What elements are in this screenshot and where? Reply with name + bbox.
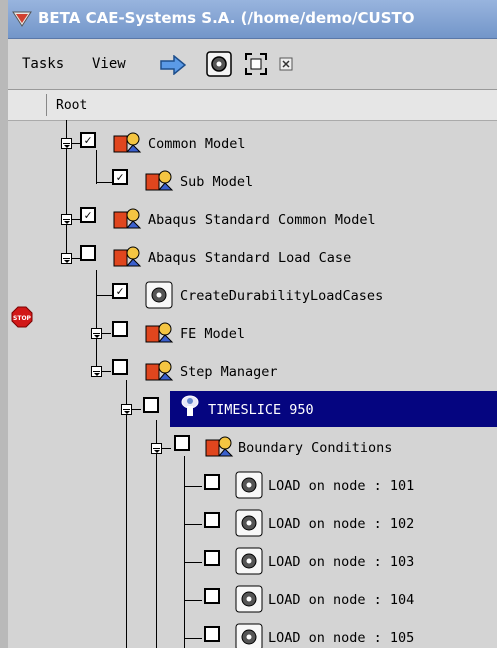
tree-line bbox=[184, 638, 202, 639]
checkbox[interactable]: ✓ bbox=[80, 207, 96, 223]
arrow-right-icon[interactable] bbox=[160, 55, 186, 75]
tree-line bbox=[184, 486, 202, 487]
tree-line bbox=[184, 456, 185, 648]
tree-node-label[interactable]: LOAD on node : 102 bbox=[268, 516, 414, 532]
checkbox[interactable] bbox=[204, 512, 220, 528]
toolbar: Tasks View bbox=[8, 39, 497, 90]
tree-line bbox=[126, 380, 127, 648]
checkbox[interactable] bbox=[112, 359, 128, 375]
tree-node-label[interactable]: LOAD on node : 104 bbox=[268, 592, 414, 608]
gear-icon bbox=[145, 281, 173, 309]
checkbox[interactable] bbox=[174, 435, 190, 451]
checkbox[interactable]: ✓ bbox=[112, 169, 128, 185]
checkbox[interactable] bbox=[80, 245, 96, 261]
tree-panel: Root ✓ Common Model ✓ Sub Model ✓ Abaqus… bbox=[8, 90, 497, 648]
gear-icon bbox=[235, 509, 263, 537]
tree-node-label[interactable]: Abaqus Standard Common Model bbox=[148, 212, 376, 228]
model-icon bbox=[113, 246, 142, 267]
close-small-icon[interactable] bbox=[279, 57, 293, 71]
tree-line bbox=[101, 371, 111, 372]
checkbox[interactable] bbox=[204, 550, 220, 566]
tree-node-label[interactable]: LOAD on node : 101 bbox=[268, 478, 414, 494]
menu-tasks[interactable]: Tasks bbox=[22, 56, 64, 72]
tree-node-label[interactable]: Sub Model bbox=[180, 174, 253, 190]
model-icon bbox=[113, 208, 142, 229]
tree-line bbox=[96, 270, 97, 370]
tree-node-label[interactable]: FE Model bbox=[180, 326, 245, 342]
model-icon bbox=[205, 436, 234, 457]
gear-icon[interactable] bbox=[206, 51, 232, 77]
model-icon bbox=[145, 360, 174, 381]
tree-line bbox=[96, 150, 97, 184]
root-header-label: Root bbox=[56, 98, 88, 113]
left-edge bbox=[0, 0, 8, 648]
title-bar: BETA CAE-Systems S.A. (/home/demo/CUSTO bbox=[8, 0, 497, 39]
tree-node-label[interactable]: Abaqus Standard Load Case bbox=[148, 250, 351, 266]
tree-node-label[interactable]: TIMESLICE 950 bbox=[208, 402, 314, 418]
tree-node-label[interactable]: Step Manager bbox=[180, 364, 278, 380]
gear-icon bbox=[235, 623, 263, 648]
stop-sign-icon: STOP bbox=[11, 306, 33, 328]
tree-line bbox=[96, 182, 112, 183]
checkbox[interactable] bbox=[112, 321, 128, 337]
tree-line bbox=[156, 420, 157, 648]
fit-view-icon[interactable] bbox=[245, 53, 267, 75]
window-title: BETA CAE-Systems S.A. (/home/demo/CUSTO bbox=[38, 9, 415, 27]
checkbox[interactable] bbox=[204, 626, 220, 642]
model-icon bbox=[113, 132, 142, 153]
tree-line bbox=[184, 562, 202, 563]
checkbox[interactable] bbox=[143, 397, 159, 413]
tree-line bbox=[184, 524, 202, 525]
column-separator bbox=[46, 94, 47, 116]
stop-sign-text: STOP bbox=[13, 315, 32, 322]
tree-node-label[interactable]: Boundary Conditions bbox=[238, 440, 392, 456]
tree-line bbox=[101, 333, 111, 334]
tree-node-label[interactable]: Common Model bbox=[148, 136, 246, 152]
gear-icon bbox=[235, 547, 263, 575]
model-icon bbox=[145, 170, 174, 191]
timeslice-icon bbox=[181, 395, 199, 416]
tree-line bbox=[96, 295, 112, 296]
tree-line bbox=[184, 600, 202, 601]
tree-node-label[interactable]: CreateDurabilityLoadCases bbox=[180, 288, 383, 304]
tree-node-label[interactable]: LOAD on node : 105 bbox=[268, 630, 414, 646]
menu-view[interactable]: View bbox=[92, 56, 126, 72]
model-icon bbox=[145, 322, 174, 343]
app-logo-icon bbox=[12, 11, 32, 27]
tree-line bbox=[161, 448, 171, 449]
checkbox[interactable]: ✓ bbox=[112, 283, 128, 299]
tree-column-header: Root bbox=[8, 90, 497, 121]
tree-line bbox=[131, 409, 141, 410]
gear-icon bbox=[235, 471, 263, 499]
checkbox[interactable] bbox=[204, 474, 220, 490]
tree-node-label[interactable]: LOAD on node : 103 bbox=[268, 554, 414, 570]
gear-icon bbox=[235, 585, 263, 613]
checkbox[interactable] bbox=[204, 588, 220, 604]
checkbox[interactable]: ✓ bbox=[80, 132, 96, 148]
